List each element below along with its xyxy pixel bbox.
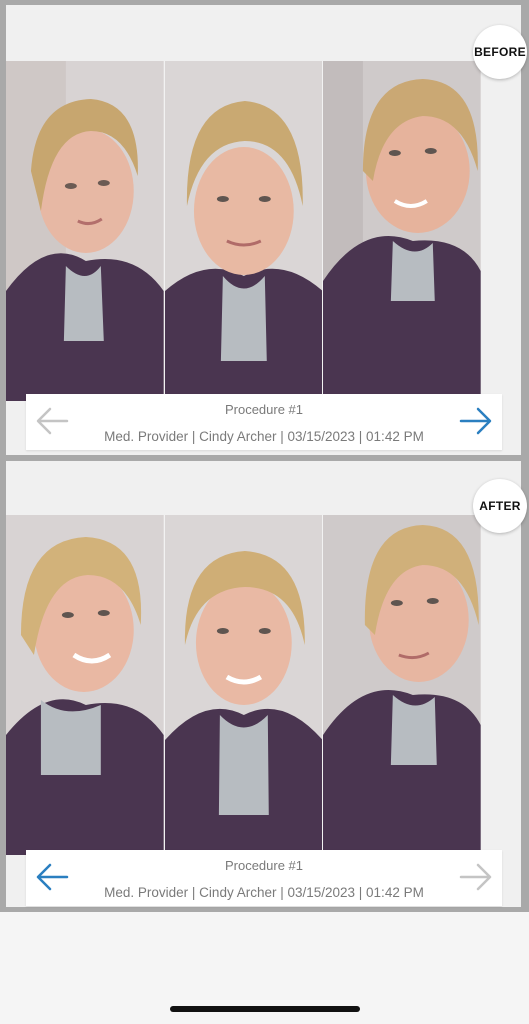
after-caption-bar: Procedure #1 Med. Provider | Cindy Arche… xyxy=(26,850,502,906)
before-caption-title: Procedure #1 xyxy=(224,402,304,417)
before-photo-center[interactable] xyxy=(164,61,324,401)
after-photo-strip xyxy=(6,515,482,855)
after-photo-center[interactable] xyxy=(164,515,324,855)
before-caption-bar: Procedure #1 Med. Provider | Cindy Arche… xyxy=(26,394,502,450)
after-caption-title: Procedure #1 xyxy=(224,858,304,873)
home-indicator[interactable] xyxy=(170,1006,360,1012)
after-caption-meta: Med. Provider | Cindy Archer | 03/15/202… xyxy=(104,885,424,900)
after-panel: AFTER Procedure #1 Med. Provider | Cindy… xyxy=(6,461,527,907)
before-next-arrow-icon[interactable] xyxy=(458,404,494,438)
after-photo-right[interactable] xyxy=(323,515,482,855)
before-badge: BEFORE xyxy=(473,25,527,79)
before-photo-left[interactable] xyxy=(6,61,165,401)
after-photo-left[interactable] xyxy=(6,515,165,855)
comparison-frame: BEFORE Procedure #1 Med. Provider | Cind… xyxy=(0,0,529,912)
before-photo-right[interactable] xyxy=(323,61,482,401)
before-panel: BEFORE Procedure #1 Med. Provider | Cind… xyxy=(6,5,527,455)
before-caption-meta: Med. Provider | Cindy Archer | 03/15/202… xyxy=(104,429,424,444)
before-photo-strip xyxy=(6,61,482,401)
after-badge: AFTER xyxy=(473,479,527,533)
after-next-arrow-icon[interactable] xyxy=(458,860,494,894)
